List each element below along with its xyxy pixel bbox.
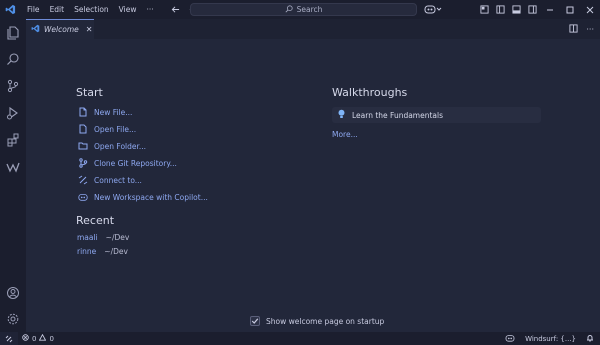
startup-checkbox[interactable]	[250, 316, 260, 326]
explorer-icon[interactable]	[4, 24, 22, 42]
open-folder-link[interactable]: Open Folder...	[78, 141, 146, 151]
toggle-panel-icon[interactable]	[508, 0, 524, 19]
settings-gear-icon[interactable]	[4, 310, 22, 328]
walkthrough-learn-fundamentals[interactable]: Learn the Fundamentals	[332, 107, 541, 123]
menu-bar: File Edit Selection View ···	[22, 0, 159, 19]
remote-connect-icon	[78, 175, 88, 185]
tab-close-icon[interactable]: ✕	[86, 25, 93, 34]
lightbulb-icon	[337, 109, 346, 121]
startup-label: Show welcome page on startup	[266, 316, 385, 326]
new-workspace-copilot-link[interactable]: New Workspace with Copilot...	[78, 192, 208, 202]
show-on-startup[interactable]: Show welcome page on startup	[250, 316, 384, 326]
split-editor-icon[interactable]	[569, 23, 578, 35]
close-window-icon[interactable]	[580, 0, 600, 19]
menu-file[interactable]: File	[22, 0, 45, 19]
start-heading: Start	[76, 86, 103, 99]
error-icon	[22, 334, 29, 343]
copilot-button[interactable]	[424, 3, 444, 16]
clone-git-repository-link[interactable]: Clone Git Repository...	[78, 158, 177, 168]
recent-item[interactable]: maali ~/Dev	[77, 233, 129, 242]
menu-more[interactable]: ···	[141, 0, 158, 19]
maximize-icon[interactable]	[560, 0, 580, 19]
error-count: 0	[32, 334, 37, 343]
tab-welcome[interactable]: Welcome ✕	[26, 19, 94, 39]
toggle-secondary-sidebar-icon[interactable]	[524, 0, 540, 19]
remote-indicator-icon[interactable]	[0, 332, 18, 345]
editor-tab-bar: Welcome ✕ ···	[26, 19, 600, 39]
menu-view[interactable]: View	[114, 0, 142, 19]
menu-selection[interactable]: Selection	[69, 0, 114, 19]
recent-heading: Recent	[76, 214, 115, 227]
recent-item[interactable]: rinne ~/Dev	[77, 247, 128, 256]
vscode-logo-icon	[0, 0, 20, 19]
menu-edit[interactable]: Edit	[45, 0, 70, 19]
windsurf-icon[interactable]	[4, 158, 22, 176]
warning-count: 0	[49, 334, 54, 343]
connect-to-link[interactable]: Connect to...	[78, 175, 142, 185]
search-label: Search	[296, 5, 323, 14]
warning-icon	[39, 333, 47, 343]
source-control-icon[interactable]	[4, 77, 22, 95]
chevron-down-icon	[436, 5, 442, 14]
title-bar: File Edit Selection View ··· Search	[0, 0, 600, 19]
windsurf-status[interactable]: Windsurf: {...}	[525, 335, 576, 343]
accounts-icon[interactable]	[4, 284, 22, 302]
back-arrow-icon[interactable]	[171, 5, 181, 15]
open-folder-icon	[78, 141, 88, 151]
run-debug-icon[interactable]	[4, 104, 22, 122]
toggle-primary-sidebar-icon[interactable]	[492, 0, 508, 19]
activity-bar	[0, 19, 26, 332]
more-actions-icon[interactable]: ···	[586, 25, 594, 34]
problems-indicator[interactable]: 0 0	[22, 333, 54, 343]
tab-label: Welcome	[44, 25, 79, 34]
copilot-icon	[424, 4, 436, 16]
customize-layout-icon[interactable]	[476, 0, 492, 19]
more-walkthroughs-link[interactable]: More...	[332, 130, 358, 139]
open-file-icon	[78, 124, 88, 134]
search-view-icon[interactable]	[4, 50, 22, 68]
welcome-page: Start New File... Open File... Open Fold…	[26, 39, 600, 332]
notifications-bell-icon[interactable]	[586, 334, 594, 344]
status-bar: 0 0 Windsurf: {...}	[0, 332, 600, 345]
command-center-search[interactable]: Search	[190, 3, 417, 16]
extensions-icon[interactable]	[4, 131, 22, 149]
vscode-tab-icon	[31, 24, 40, 35]
walkthroughs-heading: Walkthroughs	[332, 86, 408, 99]
new-file-icon	[78, 107, 88, 117]
copilot-icon	[78, 192, 88, 202]
new-file-link[interactable]: New File...	[78, 107, 132, 117]
search-icon	[285, 4, 293, 15]
copilot-status-icon[interactable]	[505, 334, 515, 344]
open-file-link[interactable]: Open File...	[78, 124, 136, 134]
git-clone-icon	[78, 158, 88, 168]
minimize-icon[interactable]	[540, 0, 560, 19]
